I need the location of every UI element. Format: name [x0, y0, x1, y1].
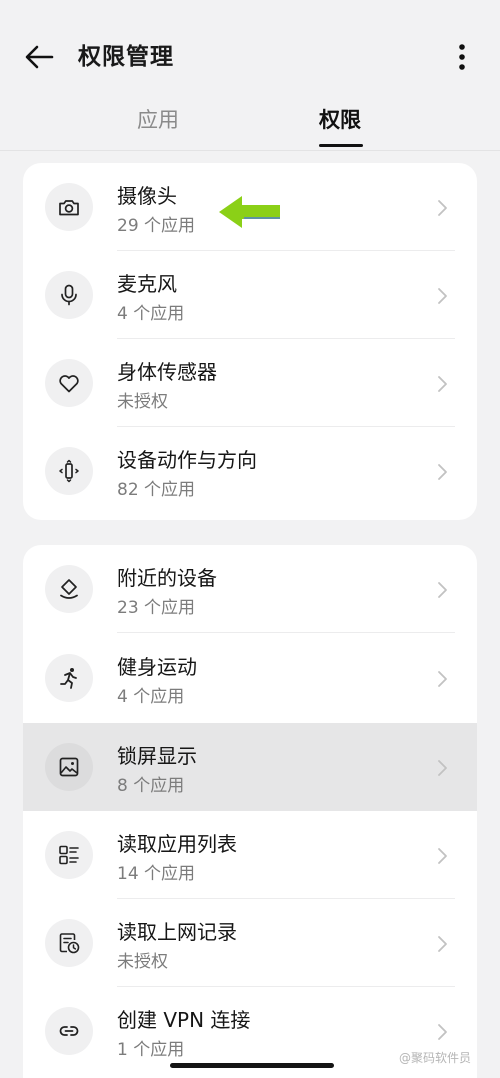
- permission-item-fitness[interactable]: 健身运动 4 个应用: [23, 634, 477, 722]
- permission-app-count: 14 个应用: [117, 864, 196, 884]
- permission-item-microphone[interactable]: 麦克风 4 个应用: [23, 251, 477, 339]
- chevron-right-icon: [438, 936, 447, 952]
- app-list-icon: [45, 831, 93, 879]
- chevron-right-icon: [438, 288, 447, 304]
- chevron-right-icon: [438, 376, 447, 392]
- permission-item-lock-screen[interactable]: 锁屏显示 8 个应用: [23, 723, 477, 811]
- header-bar: 权限管理: [0, 0, 500, 110]
- running-figure-icon: [45, 654, 93, 702]
- heart-icon: [45, 359, 93, 407]
- permission-group-2: 附近的设备 23 个应用 健身运动 4 个应用 锁屏显示 8 个应用 读取应用列…: [23, 545, 477, 1078]
- tab-permissions[interactable]: 权限: [319, 104, 361, 136]
- permission-item-device-motion[interactable]: 设备动作与方向 82 个应用: [23, 427, 477, 515]
- tab-divider: [0, 150, 500, 151]
- permission-app-count: 8 个应用: [117, 776, 185, 796]
- lock-screen-image-icon: [45, 743, 93, 791]
- microphone-icon: [45, 271, 93, 319]
- back-button[interactable]: [22, 40, 56, 74]
- link-icon: [45, 1007, 93, 1055]
- page-title: 权限管理: [78, 44, 174, 70]
- permission-item-app-list[interactable]: 读取应用列表 14 个应用: [23, 811, 477, 899]
- chevron-right-icon: [438, 760, 447, 776]
- row-divider: [117, 632, 455, 633]
- permission-label: 创建 VPN 连接: [117, 1008, 251, 1032]
- permission-item-browsing-history[interactable]: 读取上网记录 未授权: [23, 899, 477, 987]
- permission-label: 身体传感器: [117, 360, 217, 384]
- arrow-left-icon: [25, 45, 54, 69]
- permission-app-count: 未授权: [117, 952, 168, 972]
- permission-label: 设备动作与方向: [117, 448, 257, 472]
- chevron-right-icon: [438, 200, 447, 216]
- permission-app-count: 1 个应用: [117, 1040, 185, 1060]
- home-indicator[interactable]: [170, 1063, 334, 1068]
- chevron-right-icon: [438, 671, 447, 687]
- more-options-button[interactable]: [448, 40, 476, 74]
- permission-label: 摄像头: [117, 184, 177, 208]
- permission-label: 读取上网记录: [117, 920, 237, 944]
- camera-icon: [45, 183, 93, 231]
- chevron-right-icon: [438, 464, 447, 480]
- chevron-right-icon: [438, 582, 447, 598]
- permission-item-nearby-devices[interactable]: 附近的设备 23 个应用: [23, 545, 477, 633]
- nearby-devices-icon: [45, 565, 93, 613]
- permission-label: 麦克风: [117, 272, 177, 296]
- permission-app-count: 29 个应用: [117, 216, 196, 236]
- active-tab-indicator: [319, 144, 363, 147]
- permission-app-count: 82 个应用: [117, 480, 196, 500]
- permission-label: 健身运动: [117, 655, 197, 679]
- permission-app-count: 4 个应用: [117, 304, 185, 324]
- watermark: @聚码软件员: [399, 1051, 472, 1065]
- browsing-history-icon: [45, 919, 93, 967]
- permission-app-count: 23 个应用: [117, 598, 196, 618]
- tab-apps[interactable]: 应用: [137, 104, 179, 136]
- chevron-right-icon: [438, 848, 447, 864]
- permission-item-body-sensors[interactable]: 身体传感器 未授权: [23, 339, 477, 427]
- permission-app-count: 4 个应用: [117, 687, 185, 707]
- chevron-right-icon: [438, 1024, 447, 1040]
- device-motion-icon: [45, 447, 93, 495]
- green-arrow-icon: [219, 196, 280, 228]
- permission-label: 锁屏显示: [117, 744, 197, 768]
- permission-app-count: 未授权: [117, 392, 168, 412]
- vertical-dots-icon: [459, 44, 465, 70]
- permission-label: 附近的设备: [117, 566, 217, 590]
- permission-label: 读取应用列表: [117, 832, 237, 856]
